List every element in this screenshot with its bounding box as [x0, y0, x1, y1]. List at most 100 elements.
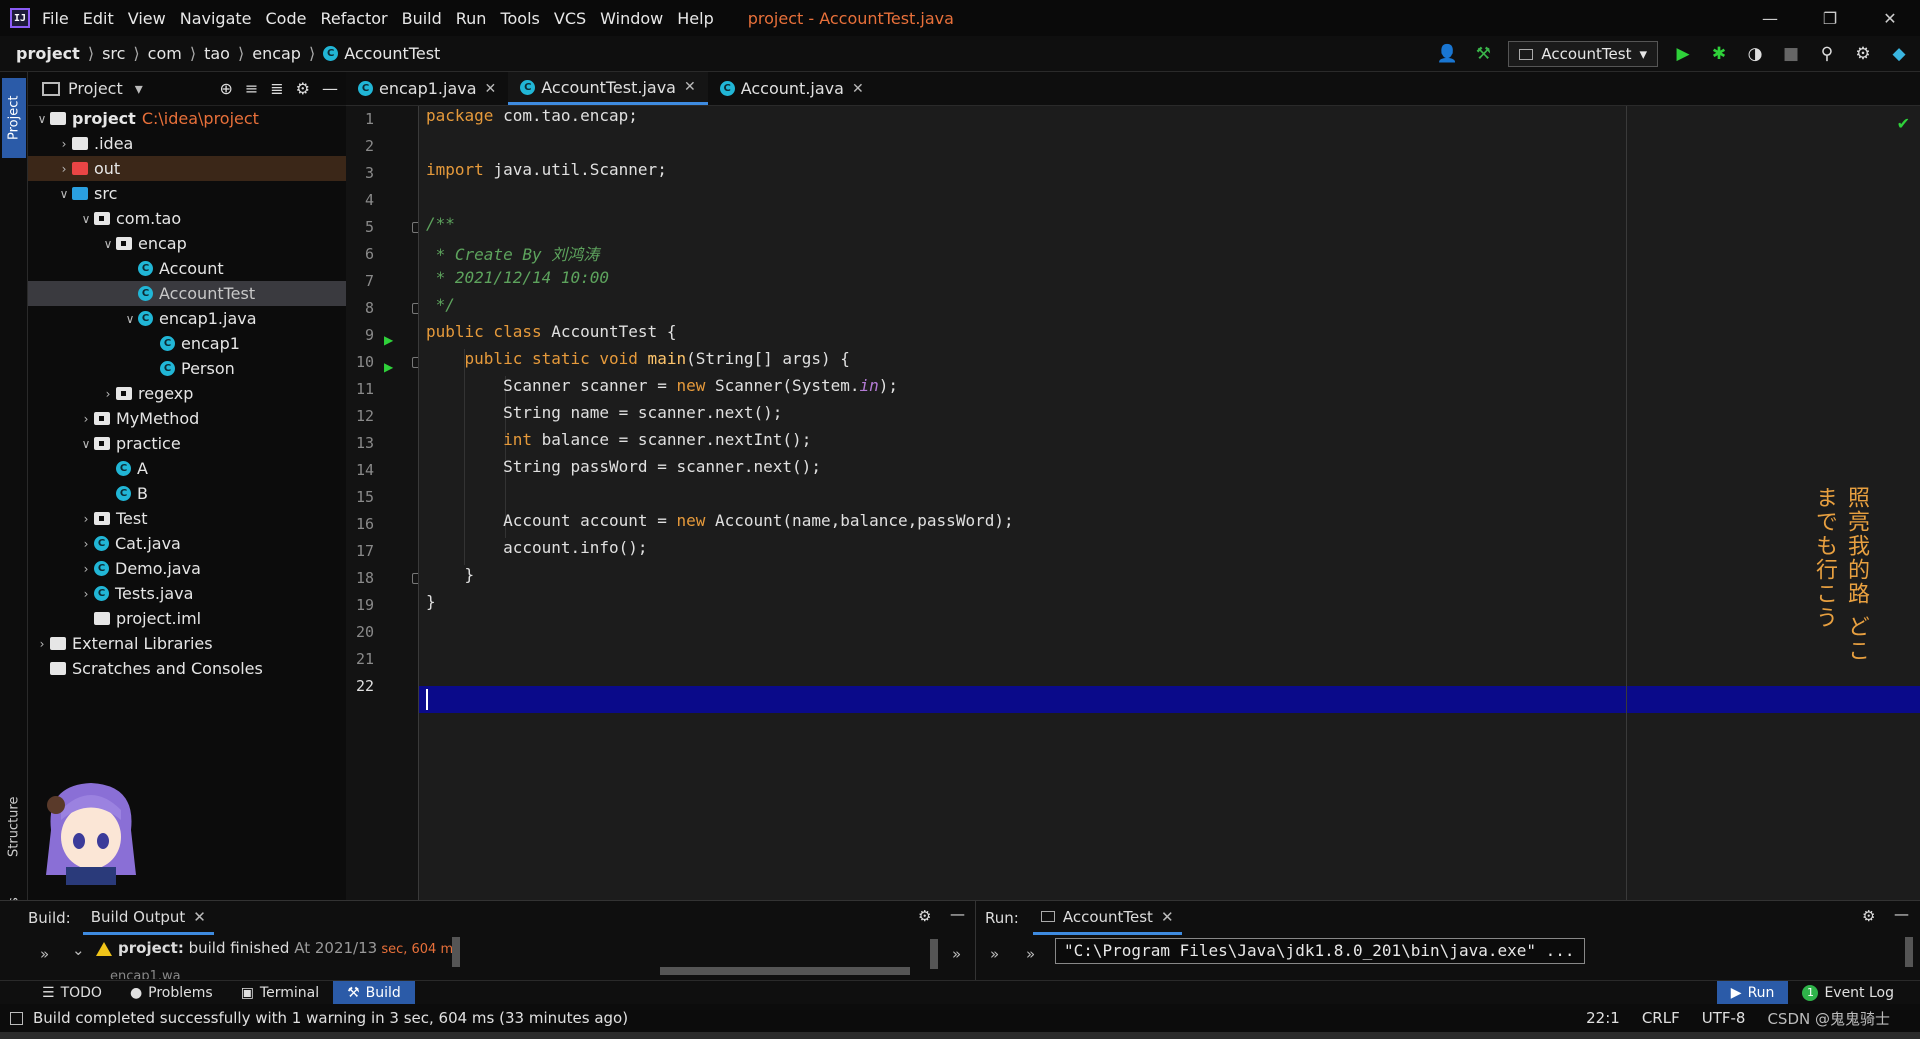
chevron-right-icon[interactable]: ›	[78, 587, 94, 601]
scrollbar-thumb[interactable]	[452, 937, 460, 967]
line-number[interactable]: 14	[346, 457, 374, 484]
menu-file[interactable]: File	[42, 9, 69, 28]
horizontal-scrollbar[interactable]	[660, 967, 910, 975]
line-number[interactable]: 11	[346, 376, 374, 403]
status-panel-icon[interactable]	[10, 1011, 23, 1025]
line-number[interactable]: 3	[346, 160, 374, 187]
gear-icon[interactable]: ⚙	[918, 907, 931, 925]
run-tool-button[interactable]: ▶ Run	[1716, 980, 1789, 1005]
breadcrumb-tao[interactable]: tao	[204, 44, 230, 63]
close-tab-icon[interactable]: ✕	[684, 79, 696, 95]
stop-icon[interactable]: ■	[1780, 43, 1802, 65]
chevron-down-icon[interactable]: ∨	[78, 437, 94, 451]
tree-item[interactable]: › C Tests.java	[28, 581, 346, 606]
code-editor[interactable]: ✔ package com.tao.encap; import java.uti…	[418, 106, 1920, 900]
run-console-output[interactable]: "C:\Program Files\Java\jdk1.8.0_201\bin\…	[1055, 938, 1585, 964]
build-hammer-icon[interactable]: ⚒	[1472, 43, 1494, 65]
breadcrumb-encap[interactable]: encap	[252, 44, 301, 63]
tree-item[interactable]: › out	[28, 156, 346, 181]
close-tab-icon[interactable]: ✕	[485, 81, 497, 97]
tree-item[interactable]: ∨ src	[28, 181, 346, 206]
gear-icon[interactable]: ⚙	[1862, 907, 1875, 925]
line-number[interactable]: 17	[346, 538, 374, 565]
chevron-down-icon[interactable]: ∨	[78, 212, 94, 226]
locate-icon[interactable]: ⊕	[219, 79, 232, 98]
hide-icon[interactable]: —	[322, 79, 338, 98]
coverage-icon[interactable]: ◑	[1744, 43, 1766, 65]
build-tool-button[interactable]: ⚒ Build	[333, 980, 415, 1005]
line-number[interactable]: 7	[346, 268, 374, 295]
run-configuration-select[interactable]: AccountTest ▾	[1508, 41, 1658, 67]
expand-left-icon[interactable]: »	[990, 945, 999, 963]
menu-help[interactable]: Help	[677, 9, 713, 28]
chevron-down-icon[interactable]: ∨	[122, 312, 138, 326]
chevron-down-icon[interactable]: ∨	[56, 187, 72, 201]
search-icon[interactable]: ⚲	[1816, 43, 1838, 65]
line-number[interactable]: 1	[346, 106, 374, 133]
close-tab-icon[interactable]: ✕	[193, 908, 206, 926]
chevron-down-icon[interactable]: ∨	[34, 112, 50, 126]
tree-item[interactable]: ∨ Cencap1.java	[28, 306, 346, 331]
plugin-icon[interactable]: ◆	[1888, 43, 1910, 65]
file-encoding[interactable]: UTF-8	[1702, 1009, 1746, 1027]
expand-left-icon[interactable]: »	[40, 945, 49, 963]
line-number[interactable]: 15	[346, 484, 374, 511]
event-log-tool-button[interactable]: 1 Event Log	[1788, 981, 1908, 1005]
breadcrumb-src[interactable]: src	[102, 44, 125, 63]
run-icon[interactable]: ▶	[1672, 43, 1694, 65]
chevron-right-icon[interactable]: ›	[100, 387, 116, 401]
menu-edit[interactable]: Edit	[83, 9, 114, 28]
chevron-right-icon[interactable]: ›	[78, 512, 94, 526]
tree-item[interactable]: project.iml	[28, 606, 346, 631]
menu-view[interactable]: View	[128, 9, 166, 28]
run-gutter-icon[interactable]: ▶	[384, 360, 393, 374]
user-icon[interactable]: 👤	[1436, 43, 1458, 65]
chevron-right-icon[interactable]: ›	[78, 537, 94, 551]
chevron-down-icon[interactable]: ▾	[135, 79, 143, 98]
problems-tool-button[interactable]: ● Problems	[116, 981, 227, 1005]
caret-position[interactable]: 22:1	[1586, 1009, 1620, 1027]
tree-item[interactable]: CA	[28, 456, 346, 481]
no-problems-check-icon[interactable]: ✔	[1897, 114, 1910, 133]
breadcrumb-file[interactable]: AccountTest	[344, 44, 440, 63]
tree-item[interactable]: › regexp	[28, 381, 346, 406]
tree-item[interactable]: › .idea	[28, 131, 346, 156]
close-tab-icon[interactable]: ✕	[852, 81, 864, 97]
chevron-right-icon[interactable]: ›	[56, 162, 72, 176]
close-icon[interactable]: ✕	[1860, 0, 1920, 36]
collapse-all-icon[interactable]: ≣	[270, 79, 283, 98]
breadcrumb-project[interactable]: project	[16, 44, 80, 63]
line-number[interactable]: 18	[346, 565, 374, 592]
tree-item[interactable]: ∨ practice	[28, 431, 346, 456]
tree-item[interactable]: CB	[28, 481, 346, 506]
debug-icon[interactable]: ✱	[1708, 43, 1730, 65]
menu-tools[interactable]: Tools	[500, 9, 539, 28]
run-accounttest-tab[interactable]: AccountTest ✕	[1032, 901, 1182, 935]
expand-left-icon[interactable]: »	[952, 945, 961, 963]
line-number[interactable]: 13	[346, 430, 374, 457]
chevron-right-icon[interactable]: ›	[78, 562, 94, 576]
restore-icon[interactable]: ❐	[1800, 0, 1860, 36]
menu-window[interactable]: Window	[600, 9, 663, 28]
menu-navigate[interactable]: Navigate	[180, 9, 252, 28]
status-message[interactable]: Build completed successfully with 1 warn…	[33, 1009, 628, 1027]
editor-tab-account[interactable]: C Account.java ✕	[708, 72, 876, 105]
chevron-right-icon[interactable]: ›	[78, 412, 94, 426]
line-number[interactable]: 19	[346, 592, 374, 619]
tree-item[interactable]: ∨ project C:\idea\project	[28, 106, 346, 131]
menu-code[interactable]: Code	[266, 9, 307, 28]
scrollbar-thumb[interactable]	[930, 939, 938, 969]
line-number[interactable]: 22	[346, 673, 374, 700]
line-separator[interactable]: CRLF	[1642, 1009, 1680, 1027]
tree-item[interactable]: Scratches and Consoles	[28, 656, 346, 681]
menu-run[interactable]: Run	[456, 9, 487, 28]
line-number[interactable]: 6	[346, 241, 374, 268]
line-number[interactable]: 5	[346, 214, 374, 241]
expand-all-icon[interactable]: ≡	[245, 79, 258, 98]
expand-left-icon[interactable]: »	[1026, 945, 1035, 963]
todo-tool-button[interactable]: ☰ TODO	[28, 981, 116, 1005]
line-number[interactable]: 21	[346, 646, 374, 673]
chevron-down-icon[interactable]: ∨	[100, 237, 116, 251]
tree-item[interactable]: ∨ com.tao	[28, 206, 346, 231]
line-number[interactable]: 8	[346, 295, 374, 322]
